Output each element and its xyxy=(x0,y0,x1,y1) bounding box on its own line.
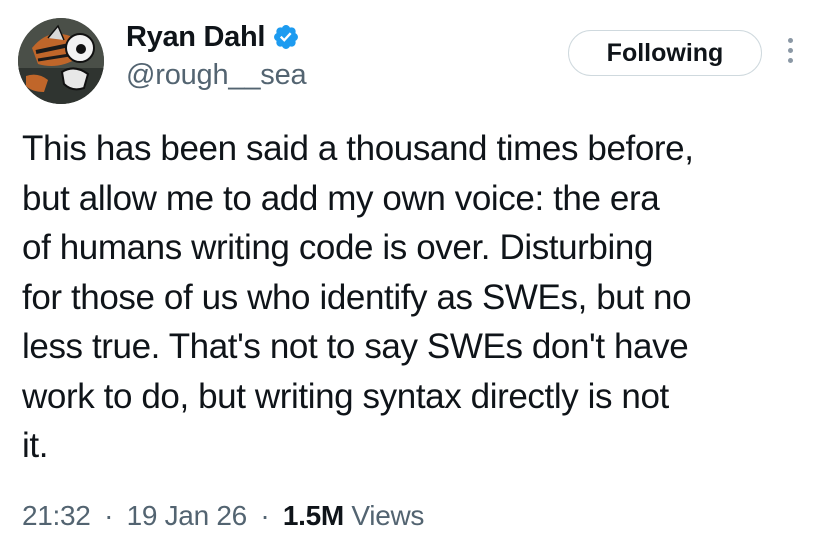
views-label: Views xyxy=(351,500,425,531)
cartoon-avatar-icon xyxy=(18,18,104,104)
verified-badge-icon xyxy=(272,23,300,51)
tweet-meta: 21:32 · 19 Jan 26 · 1.5M Views xyxy=(22,500,424,532)
tweet-text-line: less true. That's not to say SWEs don't … xyxy=(22,327,689,366)
display-name[interactable]: Ryan Dahl xyxy=(126,21,265,54)
tweet-time[interactable]: 21:32 xyxy=(22,500,91,531)
tweet-text-line: for those of us who identify as SWEs, bu… xyxy=(22,277,692,317)
separator: · xyxy=(104,500,114,531)
tweet-text-line: of humans writing code is over. Disturbi… xyxy=(22,228,654,267)
separator: · xyxy=(260,500,270,531)
tweet-card: Ryan Dahl @rough__sea Following This has… xyxy=(0,0,824,554)
tweet-text-line: This has been said a thousand times befo… xyxy=(22,129,694,168)
views-count: 1.5M xyxy=(282,500,344,531)
tweet-text-line: work to do, but writing syntax directly … xyxy=(22,376,669,416)
author-info: Ryan Dahl @rough__sea xyxy=(126,18,307,92)
user-handle[interactable]: @rough__sea xyxy=(126,59,307,92)
tweet-date[interactable]: 19 Jan 26 xyxy=(127,500,248,531)
following-button[interactable]: Following xyxy=(568,30,762,76)
more-options-icon[interactable] xyxy=(783,38,797,72)
name-row: Ryan Dahl xyxy=(126,18,306,56)
tweet-text: This has been said a thousand times befo… xyxy=(22,124,812,471)
tweet-text-line: but allow me to add my own voice: the er… xyxy=(22,178,660,218)
avatar[interactable] xyxy=(18,18,104,104)
tweet-text-line: it. xyxy=(22,426,49,465)
